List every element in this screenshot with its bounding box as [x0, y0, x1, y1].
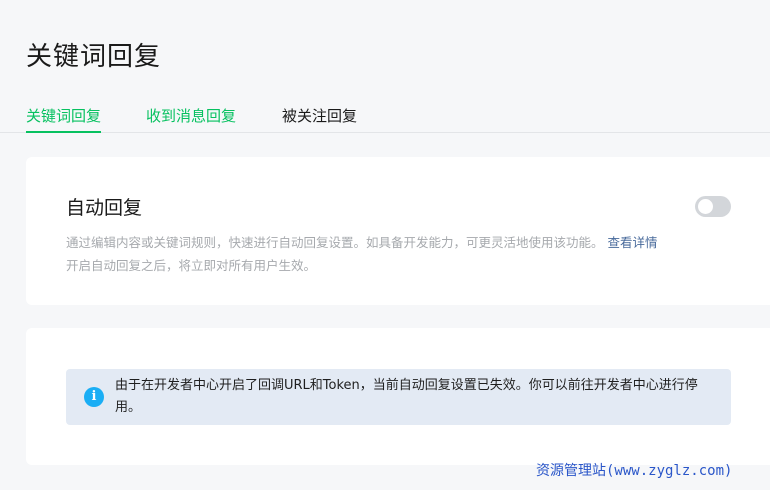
details-link[interactable]: 查看详情 — [608, 235, 658, 250]
toggle-knob — [698, 199, 713, 214]
auto-reply-description: 通过编辑内容或关键词规则，快速进行自动回复设置。如具备开发能力，可更灵活地使用该… — [66, 231, 746, 277]
auto-reply-title: 自动回复 — [66, 197, 143, 219]
notice-card: i 由于在开发者中心开启了回调URL和Token，当前自动回复设置已失效。你可以… — [26, 328, 770, 465]
page-title: 关键词回复 — [26, 42, 162, 72]
watermark: 资源管理站(www.zyglz.com) — [536, 463, 733, 479]
tab-keyword-reply[interactable]: 关键词回复 — [26, 105, 102, 133]
callback-notice: i 由于在开发者中心开启了回调URL和Token，当前自动回复设置已失效。你可以… — [66, 369, 731, 425]
auto-reply-toggle[interactable] — [695, 196, 731, 217]
info-icon: i — [84, 387, 104, 407]
auto-reply-card: 自动回复 通过编辑内容或关键词规则，快速进行自动回复设置。如具备开发能力，可更灵… — [26, 157, 770, 305]
tab-bar: 关键词回复 收到消息回复 被关注回复 — [0, 100, 770, 133]
page: 关键词回复 关键词回复 收到消息回复 被关注回复 自动回复 通过编辑内容或关键词… — [0, 0, 770, 490]
notice-text: 由于在开发者中心开启了回调URL和Token，当前自动回复设置已失效。你可以前往… — [115, 378, 698, 415]
description-line1: 通过编辑内容或关键词规则，快速进行自动回复设置。如具备开发能力，可更灵活地使用该… — [66, 235, 604, 250]
tab-message-reply[interactable]: 收到消息回复 — [146, 105, 236, 133]
tab-follow-reply[interactable]: 被关注回复 — [282, 105, 357, 133]
description-line2: 开启自动回复之后，将立即对所有用户生效。 — [66, 258, 317, 273]
